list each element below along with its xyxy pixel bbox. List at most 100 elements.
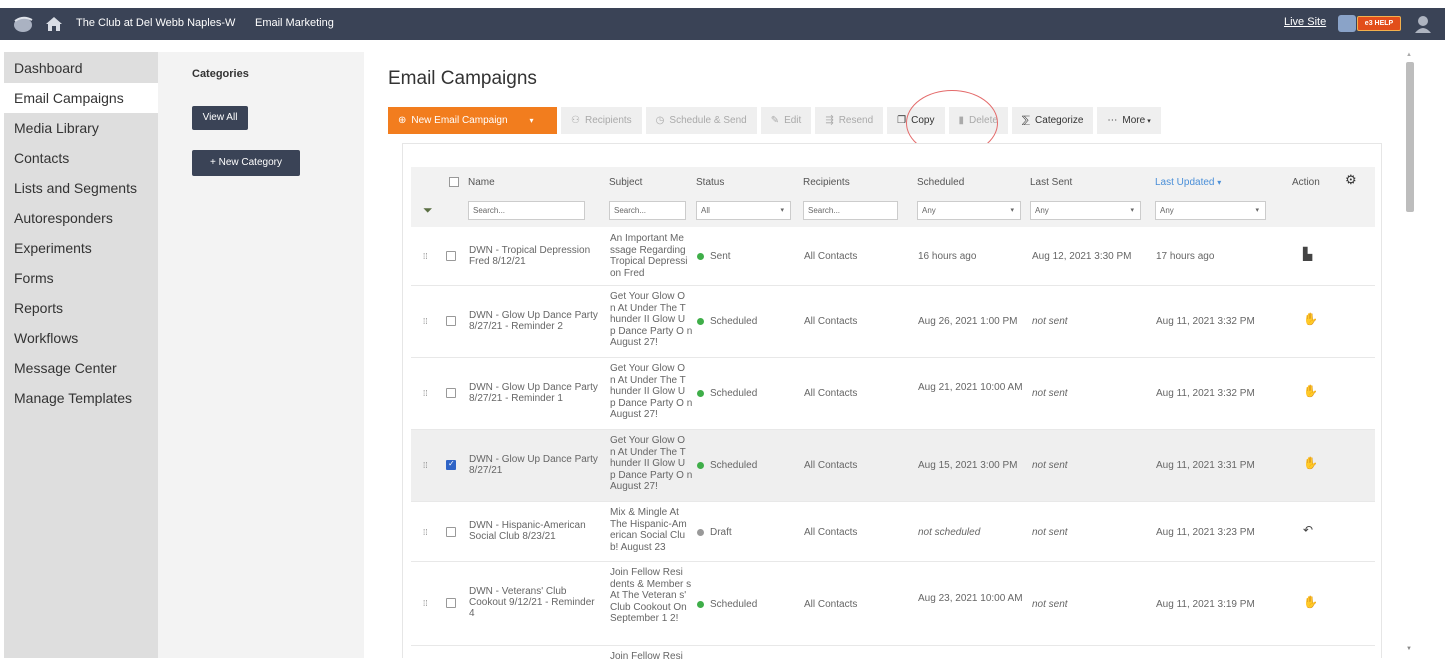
resend-button[interactable]: ⇶ Resend (815, 107, 884, 134)
campaign-name[interactable]: DWN - Hispanic-American Social Club 8/23… (469, 520, 601, 542)
revert-icon[interactable]: ↶ (1303, 524, 1313, 536)
column-name[interactable]: Name (468, 177, 495, 188)
name-search-input[interactable]: Search... (468, 201, 585, 220)
campaign-name[interactable]: DWN - Veterans' Club Cookout 9/12/21 - R… (469, 586, 601, 619)
status-dot-icon (697, 600, 704, 608)
plus-circle-icon: ⊕ (398, 115, 407, 126)
column-subject[interactable]: Subject (609, 177, 642, 188)
status-filter-select[interactable]: All ▾ (696, 201, 791, 220)
page-scrollbar[interactable]: ▲ ▼ (1402, 52, 1418, 658)
campaign-name[interactable]: DWN - Glow Up Dance Party 8/27/21 (469, 454, 601, 476)
bar-chart-icon[interactable]: ▙ (1303, 248, 1312, 260)
scheduled-value: 16 hours ago (918, 251, 977, 262)
table-row[interactable]: ⁞⁞ DWN - Hispanic-American Social Club 8… (411, 502, 1375, 562)
column-last-updated[interactable]: Last Updated ▾ (1155, 177, 1221, 188)
last-updated-filter-select[interactable]: Any ▾ (1155, 201, 1266, 220)
table-row[interactable]: ⁞⁞ DWN - Tropical Depression Fred 8/12/2… (411, 228, 1375, 286)
row-checkbox[interactable] (446, 598, 456, 608)
gear-icon[interactable]: ⚙ (1345, 172, 1357, 188)
table-row[interactable]: ⁞⁞ DWN - Veterans' Club Cookout 9/12/21 … (411, 562, 1375, 646)
new-category-button[interactable]: + New Category (192, 150, 300, 176)
drag-handle-icon[interactable]: ⁞⁞ (423, 317, 427, 326)
sidebar-item-message-center[interactable]: Message Center (4, 353, 158, 383)
dropdown-arrow-icon: ▾ (1255, 207, 1259, 214)
drag-handle-icon[interactable]: ⁞⁞ (423, 461, 427, 470)
club-name[interactable]: The Club at Del Webb Naples-W (76, 17, 235, 29)
table-row[interactable]: ⁞⁞ DWN - Glow Up Dance Party 8/27/21 - R… (411, 286, 1375, 358)
drag-handle-icon[interactable]: ⁞⁞ (423, 599, 427, 608)
campaign-name[interactable]: DWN - Glow Up Dance Party 8/27/21 - Remi… (469, 310, 601, 332)
table-row[interactable]: ⁞⁞ DWN - Glow Up Dance Party 8/27/21 - R… (411, 358, 1375, 430)
row-checkbox[interactable] (446, 527, 456, 537)
table-header: Name Subject Status Recipients Scheduled… (411, 167, 1375, 227)
campaign-subject: Mix & Mingle At The Hispanic-Am erican S… (610, 507, 687, 553)
sidebar-item-experiments[interactable]: Experiments (4, 233, 158, 263)
sidebar-item-contacts[interactable]: Contacts (4, 143, 158, 173)
categorize-icon: ⅀ (1021, 115, 1031, 126)
status-text: Scheduled (710, 316, 758, 327)
row-checkbox[interactable] (446, 316, 456, 326)
schedule-send-button[interactable]: ◷ Schedule & Send (645, 107, 757, 134)
column-status[interactable]: Status (696, 177, 724, 188)
stop-hand-icon[interactable]: ✋ (1303, 457, 1318, 469)
row-checkbox[interactable] (446, 251, 456, 261)
sidebar-item-manage-templates[interactable]: Manage Templates (4, 383, 158, 413)
user-avatar-icon[interactable] (1413, 14, 1433, 34)
scrollbar-thumb[interactable] (1406, 62, 1414, 212)
new-email-campaign-button[interactable]: ⊕ New Email Campaign ▾ (388, 107, 557, 134)
campaign-name[interactable]: DWN - Glow Up Dance Party 8/27/21 - Remi… (469, 382, 601, 404)
last-updated-filter-value: Any (1160, 206, 1174, 215)
resend-label: Resend (838, 115, 874, 126)
table-row[interactable]: Join Fellow Resi (411, 646, 1375, 666)
sidebar-item-autoresponders[interactable]: Autoresponders (4, 203, 158, 233)
more-button[interactable]: ⋯ More ▾ (1097, 107, 1161, 134)
drag-handle-icon[interactable]: ⁞⁞ (423, 389, 427, 398)
status-text: Scheduled (710, 599, 758, 610)
sidebar-item-email-campaigns[interactable]: Email Campaigns (4, 83, 158, 113)
subject-search-input[interactable]: Search... (609, 201, 686, 220)
last-sent-filter-select[interactable]: Any ▾ (1030, 201, 1141, 220)
sidebar-item-dashboard[interactable]: Dashboard (4, 53, 158, 83)
edit-button[interactable]: ✎ Edit (760, 107, 812, 134)
sidebar-item-forms[interactable]: Forms (4, 263, 158, 293)
recipients-search-input[interactable]: Search... (803, 201, 898, 220)
view-all-button[interactable]: View All (192, 106, 248, 130)
home-icon[interactable] (44, 14, 64, 34)
last-sent-value: not sent (1032, 527, 1068, 538)
table-row[interactable]: ⁞⁞ DWN - Glow Up Dance Party 8/27/21 Get… (411, 430, 1375, 502)
sidebar-item-reports[interactable]: Reports (4, 293, 158, 323)
campaign-subject: An Important Me ssage Regarding Tropical… (610, 233, 688, 279)
ellipsis-icon: ⋯ (1107, 115, 1118, 126)
help-globe-icon[interactable] (1338, 15, 1356, 32)
select-all-checkbox[interactable] (449, 177, 459, 187)
status-badge: Draft (697, 527, 732, 538)
column-last-sent[interactable]: Last Sent (1030, 177, 1072, 188)
scheduled-filter-select[interactable]: Any ▾ (917, 201, 1021, 220)
last-updated-value: Aug 11, 2021 3:19 PM (1156, 599, 1255, 610)
column-recipients[interactable]: Recipients (803, 177, 850, 188)
sidebar-item-lists-segments[interactable]: Lists and Segments (4, 173, 158, 203)
brand-logo-icon[interactable] (12, 15, 34, 33)
stop-hand-icon[interactable]: ✋ (1303, 385, 1318, 397)
scroll-up-icon[interactable]: ▲ (1406, 52, 1412, 58)
row-checkbox[interactable] (446, 388, 456, 398)
filter-icon[interactable]: ⏷ (423, 203, 433, 218)
help-button[interactable]: e3 HELP (1357, 16, 1401, 31)
sidebar-item-workflows[interactable]: Workflows (4, 323, 158, 353)
drag-handle-icon[interactable]: ⁞⁞ (423, 528, 427, 537)
drag-handle-icon[interactable]: ⁞⁞ (423, 252, 427, 261)
status-dot-icon (697, 389, 704, 397)
categorize-button[interactable]: ⅀ Categorize (1011, 107, 1094, 134)
column-scheduled[interactable]: Scheduled (917, 177, 964, 188)
campaign-name[interactable]: DWN - Tropical Depression Fred 8/12/21 (469, 245, 601, 267)
stop-hand-icon[interactable]: ✋ (1303, 313, 1318, 325)
campaign-subject: Get Your Glow O n At Under The T hunder … (610, 435, 693, 492)
module-name[interactable]: Email Marketing (255, 17, 334, 29)
live-site-link[interactable]: Live Site (1284, 16, 1326, 28)
stop-hand-icon[interactable]: ✋ (1303, 596, 1318, 608)
scroll-down-icon[interactable]: ▼ (1406, 646, 1412, 652)
recipients-button[interactable]: ⚇ Recipients (561, 107, 642, 134)
status-text: Draft (710, 527, 732, 538)
sidebar-item-media-library[interactable]: Media Library (4, 113, 158, 143)
row-checkbox[interactable] (446, 459, 456, 470)
